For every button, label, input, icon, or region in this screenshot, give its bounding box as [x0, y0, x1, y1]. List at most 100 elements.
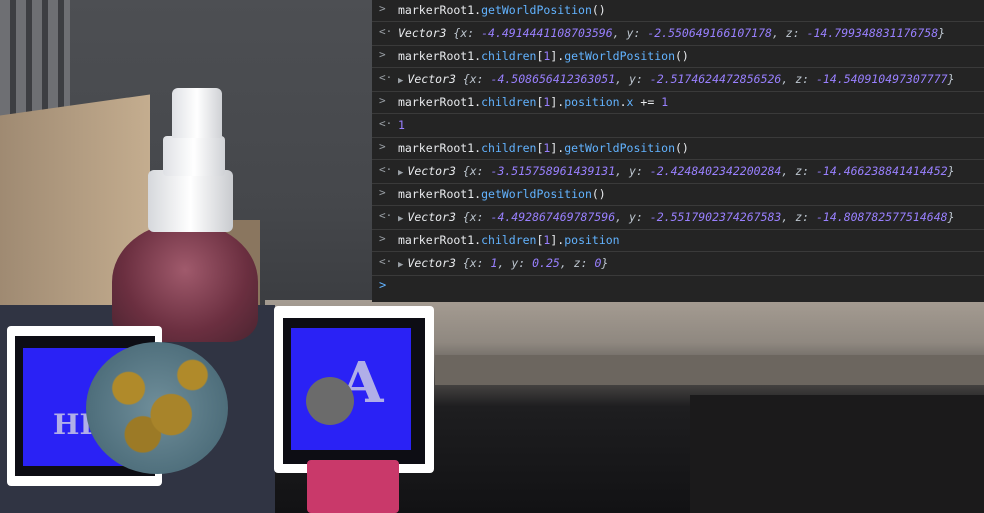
vector-values[interactable]: {x: -4.508656412363051, y: -2.5174624472…: [463, 72, 955, 86]
vector-key: z:: [573, 256, 595, 270]
command-token: children: [481, 233, 537, 247]
console-input-row: > markerRoot1.children[1].position.x += 1: [372, 92, 984, 114]
vector-type-label: Vector3: [407, 164, 463, 178]
brace-token: {: [462, 256, 470, 270]
command-token: children: [481, 95, 537, 109]
command-token: position: [564, 95, 620, 109]
command-token: .: [619, 95, 627, 109]
vector-key: z:: [795, 72, 816, 86]
spray-bottle: [112, 222, 258, 342]
vector-type-label: Vector3: [407, 72, 463, 86]
vector-value: -14.799348831176758: [806, 26, 939, 40]
window-blinds: [0, 0, 70, 120]
brace-token: }: [947, 164, 955, 178]
expand-triangle-icon[interactable]: ▶: [398, 76, 403, 86]
command-token: children: [481, 141, 537, 155]
console-command: markerRoot1.children[1].getWorldPosition…: [398, 49, 689, 63]
vector-key: y:: [629, 164, 650, 178]
console-input-row: > markerRoot1.getWorldPosition(): [372, 0, 984, 22]
vector-value: -14.540910497307777: [816, 72, 948, 86]
vector-key: x:: [469, 210, 491, 224]
command-token: markerRoot1.: [398, 95, 482, 109]
separator-token: ,: [781, 210, 796, 224]
brace-token: {: [462, 210, 470, 224]
vector-key: z:: [795, 210, 816, 224]
vector-value: -2.5517902374267583: [649, 210, 782, 224]
command-token: getWorldPosition: [481, 3, 592, 17]
console-prompt[interactable]: >: [372, 276, 984, 302]
vector-value: -3.515758961439131: [490, 164, 616, 178]
vector-type-label: Vector3: [398, 26, 454, 40]
input-chevron-icon: >: [379, 48, 386, 61]
console-command: markerRoot1.children[1].position: [398, 233, 620, 247]
vector-key: y:: [629, 210, 650, 224]
console-output-row: <· ▶ Vector3 {x: -4.492867469787596, y: -2…: [372, 206, 984, 230]
vector-key: z:: [785, 26, 807, 40]
vector-values[interactable]: {x: -3.515758961439131, y: -2.4248402342…: [463, 164, 955, 178]
brace-token: }: [938, 26, 946, 40]
vector-key: x:: [469, 256, 491, 270]
ar-marker-right: A: [274, 306, 434, 473]
command-token: getWorldPosition: [564, 141, 675, 155]
vector-values[interactable]: {x: 1, y: 0.25, z: 0}: [463, 256, 609, 270]
command-token: markerRoot1.: [398, 187, 482, 201]
input-chevron-icon: >: [379, 186, 386, 199]
brace-token: }: [947, 72, 955, 86]
command-token: +=: [633, 95, 662, 109]
vector-value: -14.808782577514648: [816, 210, 948, 224]
vector-value: -2.4248402342200284: [649, 164, 782, 178]
separator-token: ,: [615, 210, 630, 224]
command-token: (): [675, 49, 689, 63]
console-output-row: <· ▶ Vector3 {x: 1, y: 0.25, z: 0}: [372, 252, 984, 276]
input-chevron-icon: >: [379, 140, 386, 153]
separator-token: ,: [559, 256, 574, 270]
command-token: (): [591, 187, 606, 201]
pink-lego-brick: [307, 460, 399, 513]
command-token: ].: [550, 141, 565, 155]
vector-key: y:: [511, 256, 533, 270]
devtools-console[interactable]: > markerRoot1.getWorldPosition() <· Vector3…: [372, 0, 984, 302]
vector-key: x:: [469, 72, 491, 86]
vector-key: z:: [795, 164, 816, 178]
console-output-row: <· ▶ Vector3 {x: -4.508656412363051, y: -2…: [372, 68, 984, 92]
brace-token: {: [462, 72, 470, 86]
console-command: markerRoot1.getWorldPosition(): [398, 3, 606, 17]
input-chevron-icon: >: [379, 232, 386, 245]
console-input-row: > markerRoot1.getWorldPosition(): [372, 184, 984, 206]
brace-token: }: [601, 256, 609, 270]
separator-token: ,: [615, 164, 630, 178]
console-value-row: <· 1: [372, 114, 984, 138]
vector-value: -4.4914441108703596: [481, 26, 613, 40]
vector-values[interactable]: {x: -4.4914441108703596, y: -2.550649166…: [453, 26, 945, 40]
console-command: markerRoot1.getWorldPosition(): [398, 187, 606, 201]
vector-key: y:: [626, 26, 648, 40]
input-chevron-icon: >: [379, 94, 386, 107]
spray-bottle-neck: [163, 136, 225, 176]
command-token: getWorldPosition: [564, 49, 675, 63]
vector-values[interactable]: {x: -4.492867469787596, y: -2.5517902374…: [463, 210, 955, 224]
expand-triangle-icon[interactable]: ▶: [398, 168, 403, 178]
command-token: markerRoot1.: [398, 3, 482, 17]
expand-triangle-icon[interactable]: ▶: [398, 260, 403, 270]
output-return-icon: <·: [379, 25, 393, 38]
expand-triangle-icon[interactable]: ▶: [398, 214, 403, 224]
command-token: markerRoot1.: [398, 141, 482, 155]
command-token: getWorldPosition: [481, 187, 592, 201]
vector-value: -14.466238841414452: [816, 164, 948, 178]
separator-token: ,: [781, 164, 796, 178]
vector-value: 0.25: [532, 256, 560, 270]
spray-bottle-cap: [148, 170, 233, 232]
output-return-icon: <·: [379, 163, 393, 176]
vector-value: -4.492867469787596: [490, 210, 616, 224]
virtual-gray-sphere: [306, 377, 354, 425]
console-input-row: > markerRoot1.children[1].getWorldPositio…: [372, 138, 984, 160]
console-input-row: > markerRoot1.children[1].position: [372, 230, 984, 252]
command-token: (): [591, 3, 606, 17]
separator-token: ,: [612, 26, 627, 40]
separator-token: ,: [771, 26, 786, 40]
command-token: (): [675, 141, 689, 155]
separator-token: ,: [497, 256, 512, 270]
spray-bottle-nozzle: [172, 88, 222, 138]
dark-object: [690, 395, 984, 513]
console-result-value: 1: [398, 118, 405, 132]
